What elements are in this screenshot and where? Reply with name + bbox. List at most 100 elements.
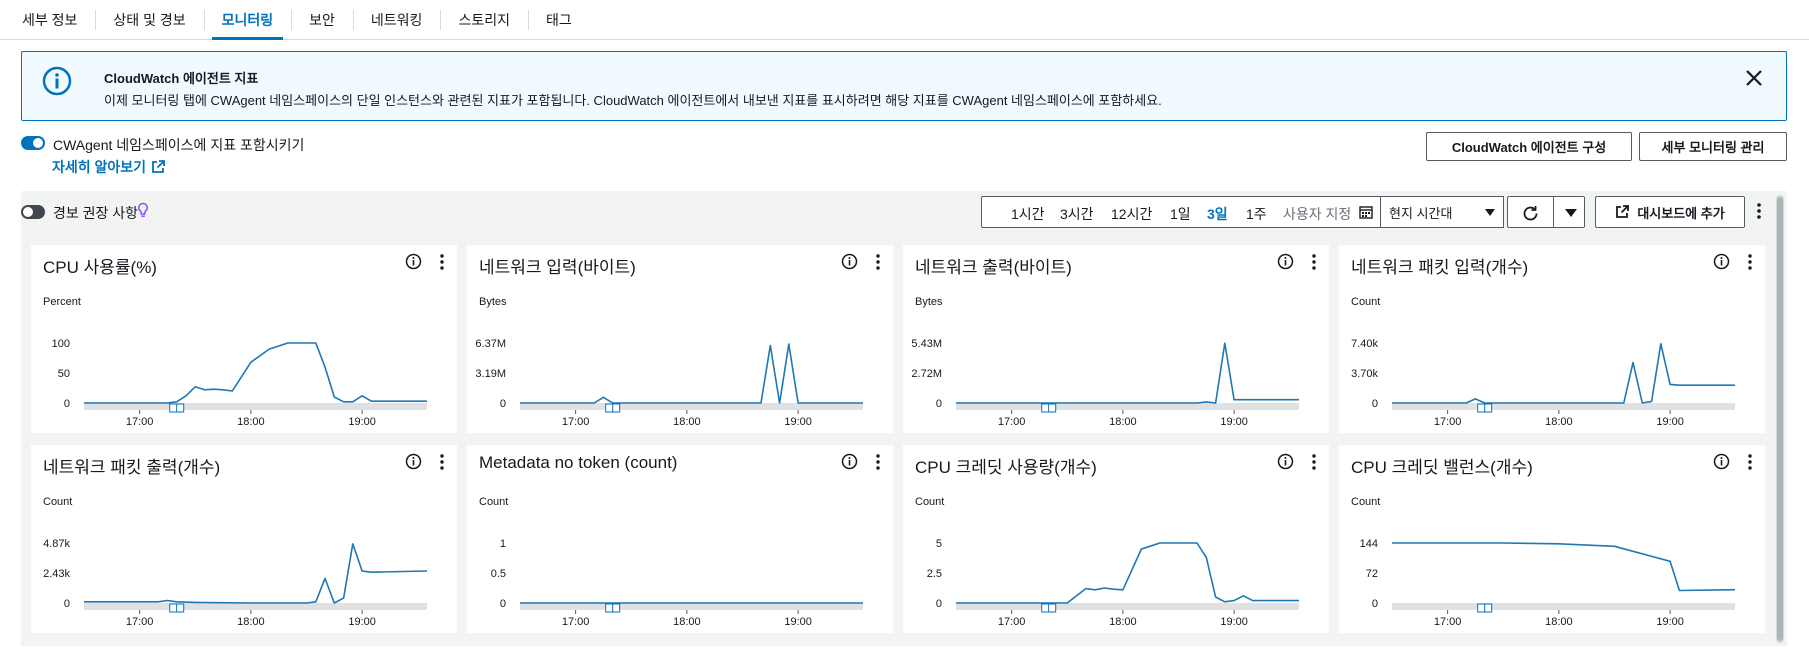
learn-more-link[interactable]: 자세히 알아보기 [52, 157, 165, 177]
x-tick-label: 19:00 [1656, 616, 1684, 628]
widget-title: 네트워크 입력(바이트) [479, 258, 636, 277]
manage-monitoring-button[interactable]: 세부 모니터링 관리 [1639, 132, 1787, 161]
y-tick-label: 5 [936, 538, 942, 550]
more-options-icon[interactable] [1309, 453, 1319, 471]
timezone-value: 현지 시간대 [1389, 205, 1453, 221]
line-chart: Count 7.40k 3.70k 0 17:00 18:00 19:00 [1351, 296, 1735, 428]
x-tick-label: 18:00 [673, 416, 701, 428]
close-icon[interactable] [1742, 66, 1766, 90]
y-tick-label: 0 [936, 598, 942, 610]
x-tick-label: 18:00 [1109, 616, 1137, 628]
more-options-icon[interactable] [1309, 253, 1319, 271]
x-tick-label: 18:00 [1545, 416, 1573, 428]
x-tick-label: 17:00 [562, 416, 590, 428]
line-chart: Count 5 2.5 0 17:00 18:00 19:00 [915, 496, 1299, 628]
more-options-icon[interactable] [1745, 253, 1755, 271]
x-tick-label: 17:00 [998, 416, 1026, 428]
series-line [84, 342, 427, 404]
more-options-icon[interactable] [437, 453, 447, 471]
info-icon[interactable] [841, 253, 858, 270]
y-axis-label: Bytes [915, 296, 943, 308]
baseline-band [956, 403, 1299, 410]
info-icon[interactable] [405, 253, 422, 270]
tab-6[interactable]: 태그 [527, 0, 590, 40]
time-range-option-2[interactable]: 12시간 [1111, 204, 1152, 224]
x-tick-label: 17:00 [126, 616, 154, 628]
banner-title: CloudWatch 에이전트 지표 [104, 71, 259, 86]
alarm-recommendation-toggle[interactable] [21, 205, 45, 219]
y-tick-label: 1 [500, 538, 506, 550]
y-tick-label: 2.43k [43, 568, 70, 580]
info-icon[interactable] [1277, 253, 1294, 270]
info-icon[interactable] [841, 453, 858, 470]
widget-title: CPU 사용률(%) [43, 258, 157, 277]
x-tick-label: 19:00 [1656, 416, 1684, 428]
time-range-option-1[interactable]: 3시간 [1060, 204, 1094, 224]
x-tick-label: 17:00 [126, 416, 154, 428]
baseline-band [84, 603, 427, 610]
cwagent-toggle-label: CWAgent 네임스페이스에 지표 포함시키기 [53, 137, 305, 153]
time-range-option-5[interactable]: 1주 [1246, 204, 1267, 224]
more-options-icon[interactable] [873, 253, 883, 271]
metric-widget: Metadata no token (count) Count 1 0.5 0 17:00… [467, 445, 893, 633]
y-axis-label: Count [43, 496, 72, 508]
x-tick-label: 19:00 [348, 616, 376, 628]
x-tick-label: 19:00 [348, 416, 376, 428]
configure-agent-button[interactable]: CloudWatch 에이전트 구성 [1426, 132, 1632, 161]
info-icon[interactable] [1277, 453, 1294, 470]
calendar-icon[interactable] [1359, 205, 1373, 219]
baseline-band [1392, 603, 1735, 610]
tab-3[interactable]: 보안 [291, 0, 353, 40]
more-options-icon[interactable] [1745, 453, 1755, 471]
series-line [84, 543, 428, 604]
time-range-option-3[interactable]: 1일 [1170, 204, 1191, 224]
x-tick-label: 17:00 [1434, 416, 1462, 428]
x-tick-label: 18:00 [1545, 616, 1573, 628]
y-tick-label: 4.87k [43, 538, 70, 550]
tab-1[interactable]: 상태 및 경보 [95, 0, 203, 40]
series-line [1392, 342, 1735, 404]
tab-0[interactable]: 세부 정보 [4, 0, 95, 40]
timezone-select[interactable]: 현지 시간대 [1380, 196, 1504, 228]
refresh-icon[interactable] [1522, 205, 1539, 222]
more-options-icon[interactable] [1752, 200, 1766, 222]
baseline-band [84, 403, 427, 410]
y-tick-label: 3.19M [475, 368, 506, 380]
refresh-button-group [1507, 196, 1585, 228]
tab-5[interactable]: 스토리지 [440, 0, 528, 40]
widget-title: 네트워크 패킷 출력(개수) [43, 458, 221, 477]
tab-2[interactable]: 모니터링 [203, 0, 292, 40]
line-chart: Count 4.87k 2.43k 0 17:00 18:00 19:00 [43, 496, 428, 628]
baseline-band [520, 603, 863, 610]
y-axis-label: Count [915, 496, 944, 508]
y-tick-label: 72 [1366, 568, 1378, 580]
widget-title: CPU 크레딧 밸런스(개수) [1351, 458, 1533, 477]
y-tick-label: 0 [936, 398, 942, 410]
line-chart: Bytes 6.37M 3.19M 0 17:00 18:00 19:00 [475, 296, 863, 428]
series-line [956, 542, 1299, 604]
banner-text: 이제 모니터링 탭에 CWAgent 네임스페이스의 단일 인스턴스와 관련된 … [104, 93, 1162, 108]
time-range-option-4[interactable]: 3일 [1207, 204, 1228, 224]
y-tick-label: 100 [52, 338, 70, 350]
add-to-dashboard-button[interactable]: 대시보드에 추가 [1595, 196, 1745, 228]
custom-range-option[interactable]: 사용자 지정 [1283, 204, 1351, 224]
time-range-option-0[interactable]: 1시간 [1011, 204, 1045, 224]
y-tick-label: 50 [58, 368, 70, 380]
tab-4[interactable]: 네트워킹 [352, 0, 441, 40]
y-tick-label: 144 [1360, 538, 1378, 550]
y-tick-label: 2.72M [911, 368, 942, 380]
info-icon[interactable] [405, 453, 422, 470]
info-icon[interactable] [1713, 253, 1730, 270]
alarm-recommendation-label: 경보 권장 사항 [53, 205, 139, 221]
y-axis-label: Count [1351, 496, 1380, 508]
y-tick-label: 0 [1372, 598, 1378, 610]
info-icon[interactable] [1713, 453, 1730, 470]
more-options-icon[interactable] [873, 453, 883, 471]
metric-widget: 네트워크 패킷 입력(개수) Count 7.40k 3.70k 0 17:00 18:00… [1339, 245, 1765, 433]
scrollbar-thumb[interactable] [1777, 197, 1783, 641]
metric-widget: CPU 크레딧 밸런스(개수) Count 144 72 0 17:00 18:00 19:0… [1339, 445, 1765, 633]
refresh-options-caret-icon[interactable] [1565, 209, 1577, 217]
baseline-band [520, 403, 863, 410]
more-options-icon[interactable] [437, 253, 447, 271]
cwagent-toggle[interactable] [21, 136, 45, 150]
